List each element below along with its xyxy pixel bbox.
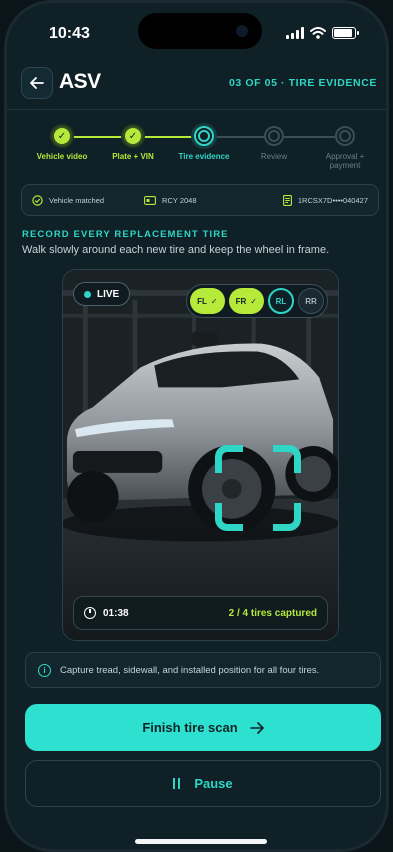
- tire-label: FL: [197, 296, 207, 306]
- wifi-icon: [310, 27, 326, 39]
- tire-selector: FL ✓ FR ✓ RL RR: [186, 284, 328, 318]
- device-frame: 10:43 ASV 03 OF 05 · TIRE EVIDENCE ✓ Veh…: [0, 0, 393, 852]
- vin-text: 1RCSX7D••••040427: [297, 195, 368, 205]
- tire-chip-fr[interactable]: FR ✓: [228, 288, 264, 314]
- document-icon: [282, 194, 292, 206]
- camera-viewfinder[interactable]: LIVE FL ✓ FR ✓ RL RR 01:38 2 / 4 tires c…: [62, 269, 339, 641]
- step-progress-label: 03 OF 05 · TIRE EVIDENCE: [228, 77, 377, 89]
- vehicle-status-text: Vehicle matched: [49, 195, 105, 205]
- current-step-icon: [194, 126, 214, 146]
- live-dot-icon: [84, 290, 91, 298]
- step-label: Vehicle video: [36, 152, 88, 161]
- home-indicator[interactable]: [135, 839, 267, 844]
- section-subtitle: Walk slowly around each new tire and kee…: [22, 244, 330, 256]
- step-plate-vin[interactable]: ✓ Plate + VIN: [93, 126, 173, 161]
- plate-info: RCY 2048: [144, 195, 197, 205]
- scan-corner: [215, 503, 243, 531]
- pause-button[interactable]: Pause: [25, 760, 381, 807]
- app-header: ASV 03 OF 05 · TIRE EVIDENCE: [21, 67, 377, 101]
- live-indicator: LIVE: [73, 282, 131, 306]
- tire-label: RL: [275, 296, 287, 306]
- finish-tire-scan-button[interactable]: Finish tire scan: [25, 704, 381, 751]
- scan-corner: [215, 445, 243, 473]
- license-plate-icon: [144, 195, 156, 205]
- stopwatch-icon: [84, 607, 96, 619]
- pending-step-icon: [335, 126, 355, 146]
- front-camera-icon: [236, 25, 248, 37]
- tire-chip-rl[interactable]: RL: [268, 288, 294, 314]
- cellular-signal-icon: [286, 27, 304, 39]
- step-vehicle-video[interactable]: ✓ Vehicle video: [22, 126, 102, 161]
- vin-info: 1RCSX7D••••040427: [282, 194, 368, 206]
- camera-footer: 01:38 2 / 4 tires captured: [73, 596, 328, 630]
- scan-corner: [273, 503, 301, 531]
- battery-icon: [332, 27, 359, 39]
- vehicle-info-strip: Vehicle matched RCY 2048 1RCSX7D••••0404…: [21, 184, 379, 216]
- progress-stepper: ✓ Vehicle video ✓ Plate + VIN Tire evide…: [21, 126, 377, 176]
- tire-label: FR: [235, 296, 247, 306]
- tire-chip-fl[interactable]: FL ✓: [190, 288, 225, 314]
- check-icon: ✓: [123, 126, 143, 146]
- info-icon: i: [38, 663, 51, 677]
- header-divider: [7, 109, 386, 110]
- step-label: Plate + VIN: [112, 152, 154, 161]
- check-icon: ✓: [250, 296, 257, 306]
- app-title: ASV: [59, 70, 101, 93]
- plate-text: RCY 2048: [162, 195, 197, 205]
- tire-chip-rr[interactable]: RR: [298, 288, 324, 314]
- step-review: Review: [234, 126, 314, 161]
- check-circle-icon: [32, 194, 43, 206]
- check-icon: ✓: [52, 126, 72, 146]
- pause-icon: [173, 778, 181, 789]
- arrow-left-icon: [30, 77, 44, 89]
- back-button[interactable]: [21, 67, 53, 99]
- arrow-right-icon: [249, 721, 264, 734]
- captured-count: 2 / 4 tires captured: [228, 607, 317, 619]
- dynamic-island: [138, 13, 262, 49]
- vehicle-matched: Vehicle matched: [32, 194, 105, 206]
- finish-button-label: Finish tire scan: [142, 720, 238, 735]
- pending-step-icon: [264, 126, 284, 146]
- status-time: 10:43: [49, 25, 90, 42]
- timer-text: 01:38: [103, 607, 129, 619]
- scan-target-frame: [215, 445, 301, 531]
- status-icons: [286, 27, 359, 39]
- hint-text: Capture tread, sidewall, and installed p…: [60, 664, 320, 676]
- scan-corner: [273, 445, 301, 473]
- phone-screen: 10:43 ASV 03 OF 05 · TIRE EVIDENCE ✓ Veh…: [4, 0, 389, 852]
- pause-button-label: Pause: [194, 776, 233, 791]
- step-approval-payment: Approval + payment: [305, 126, 385, 170]
- tire-label: RR: [305, 296, 317, 306]
- recording-timer: 01:38: [84, 607, 129, 619]
- step-tire-evidence[interactable]: Tire evidence: [164, 126, 244, 161]
- check-icon: ✓: [210, 296, 218, 306]
- step-label: Approval + payment: [325, 152, 365, 170]
- section-title: RECORD EVERY REPLACEMENT TIRE: [22, 229, 229, 240]
- step-label: Tire evidence: [178, 152, 230, 161]
- step-label: Review: [260, 152, 288, 161]
- live-label: LIVE: [97, 288, 120, 300]
- status-bar: 10:43: [7, 3, 386, 59]
- capture-hint: i Capture tread, sidewall, and installed…: [25, 652, 381, 688]
